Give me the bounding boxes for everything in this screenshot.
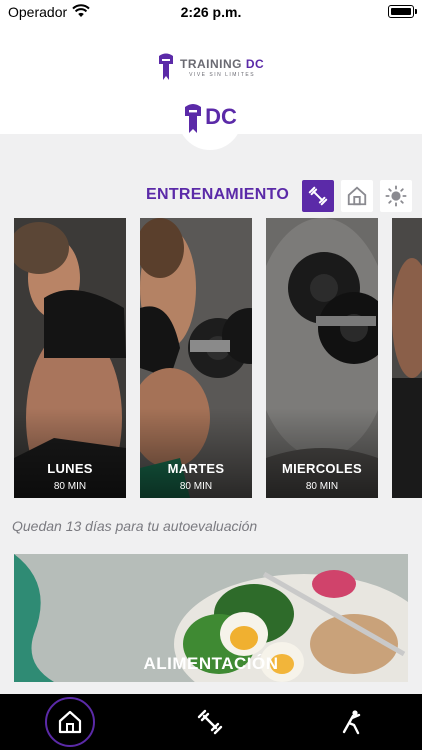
status-bar: Operador 2:26 p.m. bbox=[0, 0, 422, 24]
workout-day: MARTES bbox=[167, 461, 225, 476]
brand-name: TRAINING DC bbox=[180, 56, 265, 71]
workout-duration: 80 MIN bbox=[179, 481, 213, 492]
self-evaluation-note: Quedan 13 días para tu autoevaluación bbox=[12, 518, 258, 534]
nav-stretching[interactable] bbox=[326, 697, 376, 747]
brand-wordmark: TRAINING DC VIVE SIN LIMITES bbox=[180, 57, 264, 78]
tab-home-workout[interactable] bbox=[341, 180, 373, 212]
clock: 2:26 p.m. bbox=[180, 4, 242, 20]
workout-day: MIERCOLES bbox=[282, 461, 362, 476]
helmet-logo-icon bbox=[185, 104, 202, 133]
workout-card-miercoles[interactable]: MIERCOLES 80 MIN bbox=[266, 218, 378, 498]
dumbbell-icon bbox=[308, 186, 328, 206]
brand-logo: TRAINING DC VIVE SIN LIMITES bbox=[156, 50, 264, 84]
tab-outdoor[interactable] bbox=[380, 180, 412, 212]
tab-gym[interactable] bbox=[302, 180, 334, 212]
workout-card-martes[interactable]: MARTES 80 MIN bbox=[140, 218, 252, 498]
workout-card-next[interactable] bbox=[392, 218, 422, 498]
workout-day: LUNES bbox=[47, 461, 93, 476]
badge-text: DC bbox=[205, 104, 237, 129]
section-title: ENTRENAMIENTO bbox=[146, 186, 290, 203]
brand-tagline: VIVE SIN LIMITES bbox=[189, 71, 256, 78]
nav-training[interactable] bbox=[185, 697, 235, 747]
sun-icon bbox=[385, 185, 407, 207]
workout-duration: 80 MIN bbox=[53, 481, 87, 492]
app-screen: Operador 2:26 p.m. TRAINING DC VIVE SIN … bbox=[0, 0, 422, 750]
workout-carousel[interactable]: LUNES 80 MIN MARTES 80 MIN MIERCOLES 80 … bbox=[14, 218, 422, 498]
nutrition-label: ALIMENTACIÓN bbox=[143, 654, 279, 673]
nav-home[interactable] bbox=[45, 697, 95, 747]
helmet-logo-icon bbox=[159, 53, 173, 80]
home-icon bbox=[58, 710, 82, 734]
nutrition-card[interactable]: ALIMENTACIÓN bbox=[14, 554, 408, 682]
dumbbell-icon bbox=[197, 709, 223, 735]
workout-card-lunes[interactable]: LUNES 80 MIN bbox=[14, 218, 126, 498]
workout-duration: 80 MIN bbox=[305, 481, 339, 492]
bottom-nav bbox=[0, 694, 422, 750]
workout-photo bbox=[392, 218, 422, 498]
home-icon bbox=[347, 186, 367, 206]
battery-icon bbox=[388, 5, 417, 18]
stretch-icon bbox=[342, 710, 361, 735]
